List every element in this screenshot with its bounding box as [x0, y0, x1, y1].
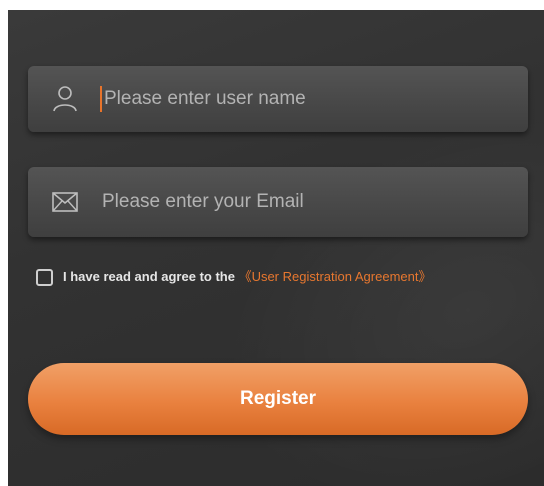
registration-screen: I have read and agree to the 《User Regis…	[8, 10, 544, 486]
user-icon	[50, 84, 80, 114]
agreement-text: I have read and agree to the 《User Regis…	[63, 268, 463, 285]
email-input[interactable]	[102, 191, 482, 213]
username-input[interactable]	[104, 88, 484, 110]
text-cursor	[100, 86, 102, 112]
username-field[interactable]	[28, 66, 528, 132]
email-field[interactable]	[28, 167, 528, 237]
envelope-icon	[50, 187, 80, 217]
agreement-checkbox[interactable]	[36, 269, 53, 286]
agreement-label: I have read and agree to the	[63, 269, 239, 284]
user-agreement-link[interactable]: 《User Registration Agreement》	[239, 269, 432, 284]
register-button[interactable]: Register	[28, 363, 528, 435]
agreement-row: I have read and agree to the 《User Regis…	[36, 268, 516, 286]
